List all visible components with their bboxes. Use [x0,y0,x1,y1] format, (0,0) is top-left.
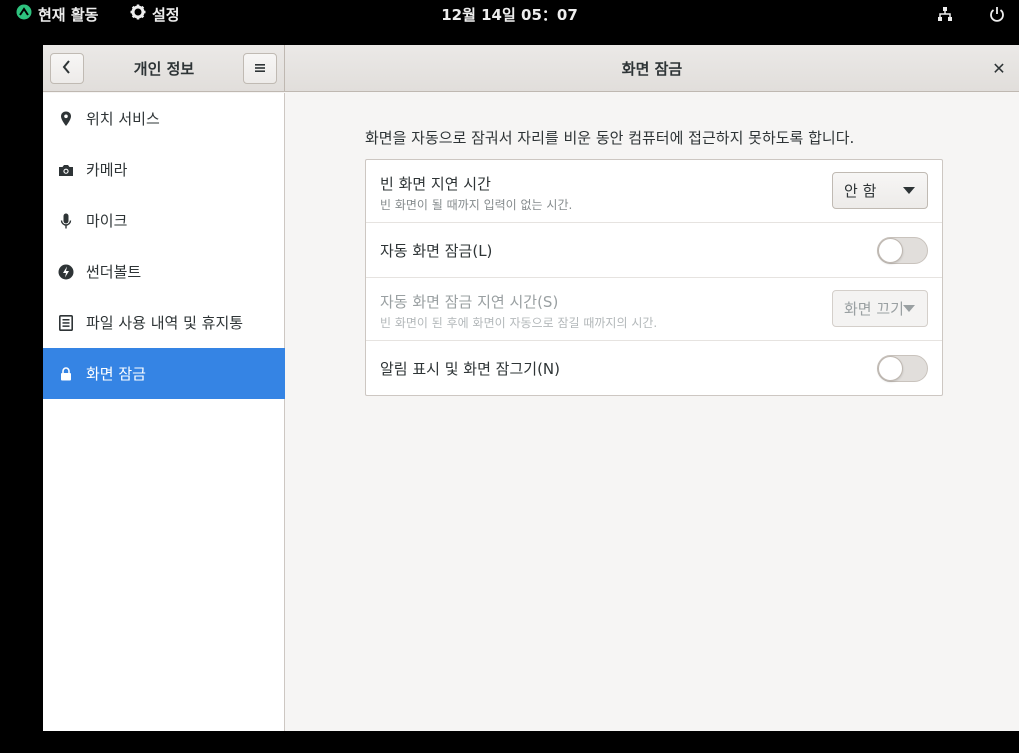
network-wired-icon[interactable] [937,0,953,28]
sidebar-item-label: 화면 잠금 [86,365,146,383]
page-description: 화면을 자동으로 잠궈서 자리를 비운 동안 컴퓨터에 접근하지 못하도록 합니… [365,129,855,147]
gear-icon [130,4,146,24]
auto-lock-delay-row: 자동 화면 잠금 지연 시간(S) 빈 화면이 된 후에 화면이 자동으로 잠길… [366,278,942,341]
thunderbolt-icon [58,264,74,280]
location-pin-icon [58,111,74,127]
hamburger-menu-icon [254,60,266,78]
sidebar-item-screen-lock[interactable]: 화면 잠금 [43,348,285,399]
settings-list: 빈 화면 지연 시간 빈 화면이 될 때까지 입력이 없는 시간. 안 함 자동… [365,159,943,396]
lock-screen-notifications-row[interactable]: 알림 표시 및 화면 잠그기(N) [366,341,942,396]
file-history-icon [58,314,74,331]
auto-screen-lock-row[interactable]: 자동 화면 잠금(L) [366,223,942,278]
row-title: 자동 화면 잠금(L) [380,242,493,260]
switch-knob [878,356,903,381]
sidebar-item-camera[interactable]: 카메라 [43,144,285,195]
dropdown-value: 안 함 [844,182,877,200]
top-bar: 현재 활동 설정 12월 14일 05：07 [0,0,1019,28]
close-button[interactable]: ✕ [988,57,1010,79]
sidebar-item-label: 마이크 [86,212,128,230]
lock-screen-notifications-switch[interactable] [877,355,928,382]
activities-logo-icon [16,4,32,24]
row-title: 자동 화면 잠금 지연 시간(S) [380,293,559,311]
blank-screen-delay-row[interactable]: 빈 화면 지연 시간 빈 화면이 될 때까지 입력이 없는 시간. 안 함 [366,160,942,223]
chevron-down-icon [903,305,915,312]
switch-knob [878,238,903,263]
menu-button[interactable] [243,53,277,84]
main-content: 화면을 자동으로 잠궈서 자리를 비운 동안 컴퓨터에 접근하지 못하도록 합니… [286,93,1019,731]
app-name-label: 설정 [152,5,180,24]
header-bar: 개인 정보 화면 잠금 ✕ [43,45,1019,92]
sidebar-item-microphone[interactable]: 마이크 [43,195,285,246]
row-title: 빈 화면 지연 시간 [380,175,491,193]
auto-screen-lock-switch[interactable] [877,237,928,264]
dropdown-value: 화면 끄기 [844,300,904,318]
sidebar: 위치 서비스 카메라 마이크 썬더볼트 파일 사용 내역 및 휴지통 화면 잠금 [43,93,285,731]
activities-label: 현재 활동 [38,5,99,24]
auto-lock-delay-dropdown[interactable]: 화면 끄기 [832,290,928,327]
app-menu-button[interactable]: 설정 [130,0,180,28]
settings-window: 개인 정보 화면 잠금 ✕ 위치 서비스 카메라 마이크 썬더볼트 파일 사용 … [43,45,1019,731]
sidebar-item-location[interactable]: 위치 서비스 [43,93,285,144]
sidebar-header: 개인 정보 [43,45,285,92]
clock-button[interactable]: 12월 14일 05：07 [441,4,578,25]
sidebar-item-label: 카메라 [86,161,128,179]
microphone-icon [58,213,74,229]
sidebar-item-label: 위치 서비스 [86,110,160,128]
sidebar-item-label: 파일 사용 내역 및 휴지통 [86,314,244,332]
power-icon[interactable] [989,0,1005,28]
sidebar-item-label: 썬더볼트 [86,263,142,281]
lock-icon [58,366,74,382]
row-subtitle: 빈 화면이 된 후에 화면이 자동으로 잠길 때까지의 시간. [380,316,658,330]
page-title: 화면 잠금 [621,60,683,78]
back-button[interactable] [50,53,84,84]
chevron-left-icon [61,59,73,78]
camera-icon [58,162,74,178]
sidebar-item-file-history[interactable]: 파일 사용 내역 및 휴지통 [43,297,285,348]
close-icon: ✕ [992,58,1006,78]
activities-button[interactable]: 현재 활동 [16,0,98,28]
row-title: 알림 표시 및 화면 잠그기(N) [380,360,560,378]
chevron-down-icon [903,187,915,194]
row-subtitle: 빈 화면이 될 때까지 입력이 없는 시간. [380,198,573,212]
blank-screen-delay-dropdown[interactable]: 안 함 [832,172,928,209]
sidebar-item-thunderbolt[interactable]: 썬더볼트 [43,246,285,297]
